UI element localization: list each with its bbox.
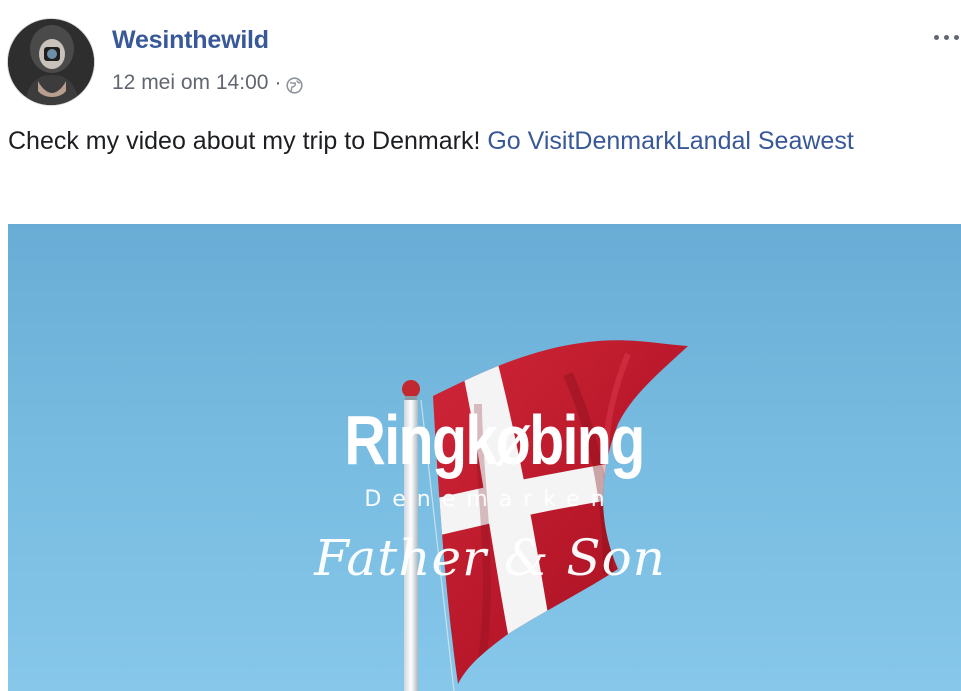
- author-name[interactable]: Wesinthewild: [112, 26, 269, 55]
- globe-icon: [286, 76, 304, 94]
- more-dot: [944, 34, 949, 40]
- facebook-post: Wesinthewild 12 mei om 14:00 · Check my …: [0, 0, 961, 691]
- post-text: Check my video about my trip to Denmark!…: [8, 121, 948, 161]
- post-message: Check my video about my trip to Denmark!: [8, 127, 488, 155]
- tag-link-landal-seawest[interactable]: Landal Seawest: [676, 127, 854, 155]
- meta-separator: ·: [274, 71, 282, 94]
- post-timestamp[interactable]: 12 mei om 14:00: [112, 71, 268, 95]
- video-player[interactable]: Ringkøbing Denemarken Father & Son: [8, 224, 961, 691]
- more-dot: [954, 34, 959, 40]
- post-meta: 12 mei om 14:00 ·: [112, 69, 304, 97]
- tag-link-go-visitdenmark[interactable]: Go VisitDenmark: [487, 127, 676, 155]
- profile-avatar[interactable]: [7, 18, 95, 106]
- more-options-icon[interactable]: [934, 22, 961, 52]
- avatar-photo: [8, 19, 94, 105]
- post-header: Wesinthewild 12 mei om 14:00 ·: [0, 0, 961, 115]
- video-thumbnail: [8, 224, 961, 691]
- more-dot: [934, 34, 939, 40]
